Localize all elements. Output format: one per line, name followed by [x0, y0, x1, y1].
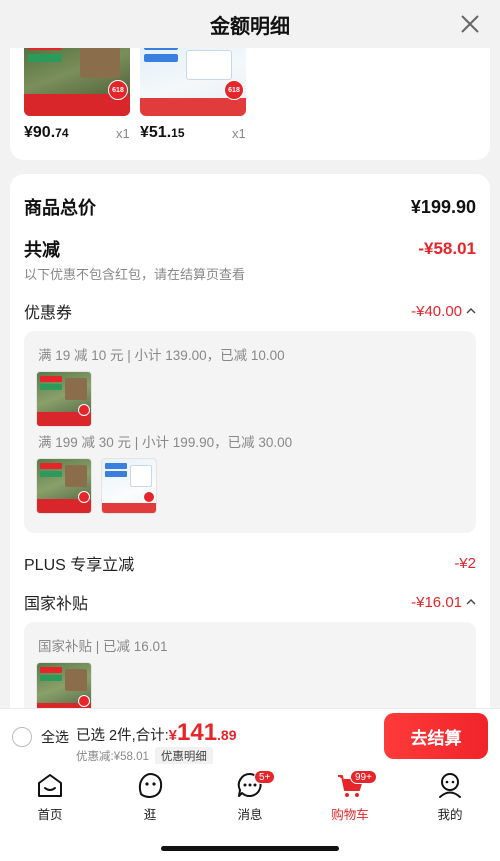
product-shape — [65, 378, 87, 400]
tab-label: 首页 — [37, 808, 63, 822]
promo-tag-shape — [40, 675, 62, 681]
promo-tag-shape — [105, 463, 127, 469]
subsidy-label: 国家补贴 — [24, 596, 89, 613]
close-icon[interactable] — [456, 10, 484, 38]
message-badge: 5+ — [254, 770, 276, 784]
subsidy-value: -¥16.01 — [411, 593, 462, 611]
total-cents: .89 — [217, 727, 237, 743]
header: 金额明细 — [0, 0, 500, 48]
promo-tag-shape — [40, 384, 62, 390]
product-image-cart[interactable]: 618 — [24, 36, 130, 116]
badge-618-icon — [78, 491, 90, 503]
promo-tag-shape — [40, 667, 62, 673]
subsidy-value-group: -¥16.01 — [411, 594, 476, 611]
total-amount: 141 — [177, 719, 218, 746]
tab-home[interactable]: 首页 — [0, 770, 100, 823]
badge-618-icon — [78, 695, 90, 707]
amount-breakdown-card: 商品总价 ¥199.90 共减 -¥58.01 以下优惠不包含红包，请在结算页查… — [10, 174, 490, 734]
coupon-value: -¥40.00 — [411, 302, 462, 320]
tab-label: 消息 — [237, 808, 263, 822]
promo-tag-shape — [105, 471, 127, 477]
tab-profile[interactable]: 我的 — [400, 770, 500, 823]
plus-discount-row: PLUS 专享立减 -¥2 — [24, 551, 476, 575]
page-title: 金额明细 — [210, 15, 290, 38]
total-price-value: ¥199.90 — [410, 196, 476, 217]
explore-face-icon — [138, 773, 163, 798]
promo-tag-shape — [28, 54, 62, 62]
plus-discount-value: -¥2 — [454, 554, 476, 572]
home-indicator — [161, 846, 339, 851]
promo-tag-shape — [40, 471, 62, 477]
selected-count-text: 已选 2件,合计: — [76, 728, 169, 744]
badge-618-icon: 618 — [108, 80, 128, 100]
chevron-up-icon[interactable] — [466, 597, 476, 607]
tab-cart[interactable]: 99+ 购物车 — [300, 770, 400, 823]
subsidy-detail-line: 国家补贴 | 已减 16.01 — [38, 639, 168, 654]
product-price: ¥90.74 — [24, 124, 69, 141]
product-shape — [130, 465, 152, 487]
coupon-label: 优惠券 — [24, 305, 73, 322]
checkout-button[interactable]: 去结算 — [384, 713, 488, 759]
promo-tag-shape — [40, 376, 62, 382]
tab-label: 我的 — [437, 808, 463, 822]
product-shape — [65, 669, 87, 691]
total-reduce-row: 共减 -¥58.01 — [24, 236, 476, 262]
product-price: ¥51.15 — [140, 124, 185, 141]
discount-summary: 优惠减:¥58.01 优惠明细 — [76, 747, 213, 765]
product-thumbnail[interactable] — [36, 458, 92, 514]
promo-tag-shape — [40, 463, 62, 469]
tab-explore[interactable]: 逛 — [100, 770, 200, 823]
coupon-detail-line: 满 199 减 30 元 | 小计 199.90，已减 30.00 — [38, 435, 293, 450]
tab-messages[interactable]: 5+ 消息 — [200, 770, 300, 823]
tab-label: 逛 — [143, 808, 157, 822]
chevron-up-icon[interactable] — [466, 306, 476, 316]
promo-tag-shape — [144, 54, 178, 62]
plus-discount-label: PLUS 专享立减 — [24, 557, 135, 574]
badge-618-icon: 618 — [224, 80, 244, 100]
cart-badge: 99+ — [350, 770, 377, 784]
coupon-detail-line: 满 19 减 10 元 | 小计 139.00，已减 10.00 — [38, 348, 285, 363]
checkout-bar: 全选 已选 2件,合计:¥141.89 优惠减:¥58.01 优惠明细 去结算 — [0, 708, 500, 765]
discount-amount: 优惠减:¥58.01 — [76, 751, 149, 763]
selected-total: 已选 2件,合计:¥141.89 — [76, 719, 237, 747]
product-qty: x1 — [232, 126, 246, 141]
product-shape — [65, 465, 87, 487]
total-reduce-value: -¥58.01 — [418, 239, 476, 258]
subsidy-row[interactable]: 国家补贴 -¥16.01 — [24, 590, 476, 614]
tab-label: 购物车 — [331, 808, 369, 822]
discount-detail-button[interactable]: 优惠明细 — [154, 747, 213, 765]
coupon-value-group: -¥40.00 — [411, 303, 476, 320]
total-reduce-label: 共减 — [24, 240, 60, 260]
product-thumbnail[interactable] — [101, 458, 157, 514]
discount-note: 以下优惠不包含红包，请在结算页查看 — [24, 267, 246, 282]
promo-band — [140, 98, 246, 116]
product-qty: x1 — [116, 126, 130, 141]
total-currency: ¥ — [168, 727, 177, 744]
product-card: 618 618 ¥90.74 x1 ¥51.15 x1 — [10, 36, 490, 160]
badge-618-icon — [143, 491, 155, 503]
select-all-label[interactable]: 全选 — [41, 727, 69, 747]
total-price-label: 商品总价 — [24, 198, 96, 218]
product-shape — [186, 50, 232, 80]
promo-band — [102, 503, 156, 513]
home-icon — [38, 774, 62, 797]
select-all-checkbox[interactable] — [12, 727, 32, 747]
coupon-row[interactable]: 优惠券 -¥40.00 — [24, 299, 476, 323]
product-thumbnail[interactable] — [36, 371, 92, 427]
profile-icon — [439, 773, 461, 798]
product-image-tissue[interactable]: 618 — [140, 36, 246, 116]
total-price-row: 商品总价 ¥199.90 — [24, 194, 476, 220]
coupon-detail-box: 满 19 减 10 元 | 小计 139.00，已减 10.00 满 199 减… — [24, 331, 476, 533]
badge-618-icon — [78, 404, 90, 416]
